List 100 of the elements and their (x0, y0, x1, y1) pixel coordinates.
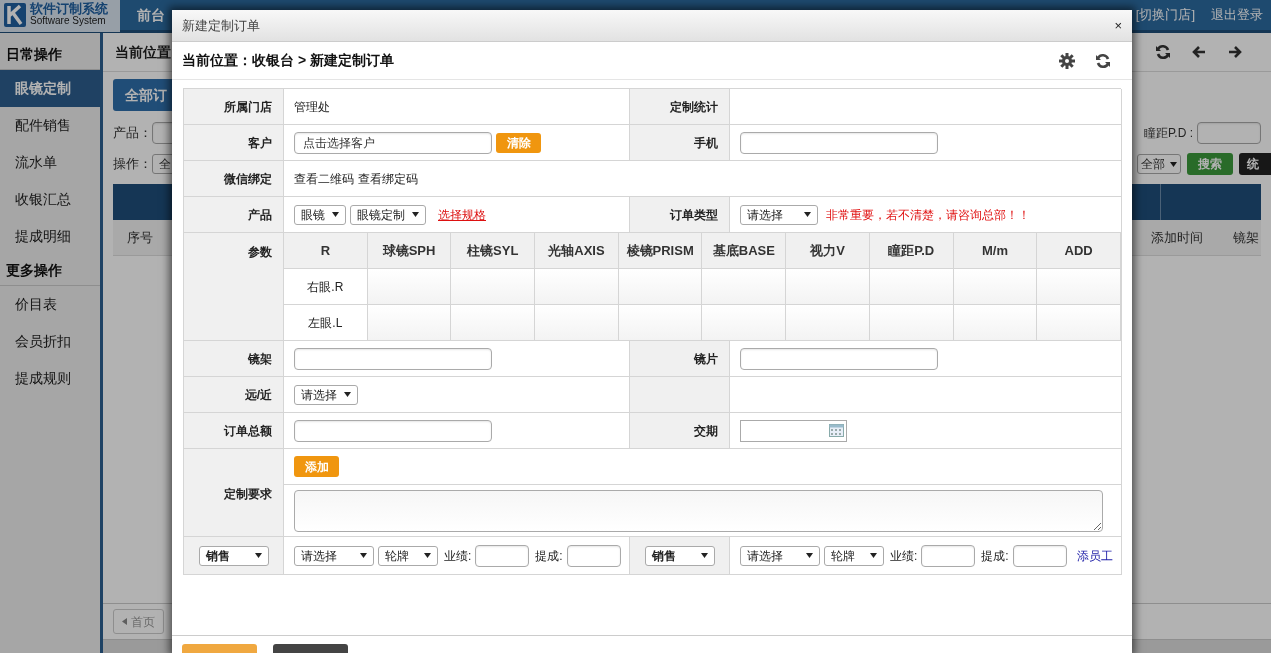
caret-icon (806, 553, 813, 558)
column-header: 基底BASE (702, 233, 787, 269)
stats-button[interactable]: 统 (1239, 153, 1271, 175)
input-field[interactable] (367, 269, 452, 305)
link[interactable]: 选择规格 (438, 205, 486, 224)
sidebar-item[interactable]: 提成规则 (0, 360, 100, 397)
sidebar-item[interactable]: 会员折扣 (0, 323, 100, 360)
input-field[interactable] (451, 305, 536, 341)
dropdown[interactable]: 请选择 (740, 545, 820, 566)
header-link[interactable]: [切换门店] (1135, 5, 1195, 25)
arrow-right-icon (1227, 44, 1243, 60)
dropdown[interactable]: 请选择 (294, 545, 374, 566)
caret-icon (870, 553, 877, 558)
total-field[interactable] (294, 419, 492, 442)
field-label: 所属门店 (184, 89, 284, 125)
dropdown[interactable]: 销售 (198, 545, 269, 566)
customer-field[interactable]: 点击选择客户 (294, 131, 492, 154)
input-field[interactable] (953, 269, 1038, 305)
warning-text: 非常重要，若不清楚，请咨询总部！！ (826, 206, 1030, 224)
column-header: 镜架 (1233, 228, 1259, 247)
column-header: ADD (1037, 233, 1121, 269)
sidebar-item[interactable]: 配件销售 (0, 107, 100, 144)
frame-field[interactable] (294, 347, 492, 370)
input-field[interactable] (786, 269, 870, 305)
caret-icon (344, 392, 351, 397)
input-field[interactable] (1037, 305, 1121, 341)
close-button[interactable]: × (1114, 15, 1122, 36)
dropdown[interactable]: 轮牌 (824, 545, 884, 566)
header-link[interactable]: 退出登录 (1211, 5, 1263, 25)
sidebar-item[interactable]: 价目表 (0, 286, 100, 323)
dropdown[interactable]: 眼镜定制 (350, 204, 426, 225)
arrow-left-icon (1191, 44, 1207, 60)
field-label: 参数 (248, 244, 272, 261)
dropdown[interactable]: 全部 (1137, 154, 1181, 174)
action-button[interactable] (182, 644, 257, 653)
input-field[interactable] (618, 305, 703, 341)
lens-field[interactable] (740, 347, 938, 370)
refresh-icon (1095, 52, 1111, 69)
input-field[interactable] (869, 305, 954, 341)
column-header: 柱镜SYL (451, 233, 536, 269)
input-field[interactable] (367, 305, 452, 341)
dropdown[interactable]: 轮牌 (378, 545, 438, 566)
sidebar-item[interactable]: 提成明细 (0, 218, 100, 255)
column-header: M/m (953, 233, 1038, 269)
field-label: 交期 (630, 413, 730, 449)
filter-label: 产品： (113, 124, 152, 143)
dropdown[interactable]: 请选择 (740, 204, 818, 225)
sidebar-item[interactable]: 收银汇总 (0, 181, 100, 218)
caret-icon (700, 553, 708, 558)
performance-field[interactable] (475, 544, 530, 567)
input-field[interactable] (702, 269, 787, 305)
performance-field[interactable] (921, 544, 976, 567)
field-label: 提成: (535, 547, 563, 565)
refresh-icon (1155, 44, 1171, 60)
nav-tab[interactable]: 前台 (137, 4, 165, 26)
sidebar-item[interactable]: 眼镜定制 (0, 70, 100, 107)
commission-field[interactable] (566, 544, 621, 567)
input-field[interactable] (869, 269, 954, 305)
caret-icon (360, 553, 367, 558)
link[interactable]: 查看绑定码 (358, 169, 418, 188)
input-field[interactable] (1037, 269, 1121, 305)
field-label: 定制要求 (184, 449, 284, 537)
field-label: 手机 (630, 125, 730, 161)
link[interactable]: 添员工 (1076, 546, 1113, 565)
input-field[interactable] (1197, 122, 1261, 144)
input-field[interactable] (786, 305, 870, 341)
dropdown[interactable]: 请选择 (294, 384, 358, 405)
text-area[interactable] (294, 489, 1103, 532)
column-header: R (284, 233, 368, 269)
column-header: 光轴AXIS (535, 233, 619, 269)
field-label: 订单类型 (630, 197, 730, 233)
dropdown[interactable]: 销售 (644, 545, 715, 566)
date-field[interactable] (740, 419, 847, 442)
caret-icon (804, 212, 811, 217)
input-field[interactable] (702, 305, 787, 341)
dropdown[interactable]: 眼镜 (294, 204, 346, 225)
input-field[interactable] (535, 305, 619, 341)
commission-field[interactable] (1012, 544, 1067, 567)
column-header: 视力V (786, 233, 870, 269)
sidebar-item[interactable]: 流水单 (0, 144, 100, 181)
column-header: 瞳距P.D (869, 233, 954, 269)
field-label: 微信绑定 (184, 161, 284, 197)
caret-icon (424, 553, 431, 558)
input-field[interactable] (535, 269, 619, 305)
caret-left-icon (122, 618, 127, 625)
k-logo-icon (4, 3, 26, 27)
column-header: 序号 (127, 228, 153, 247)
link[interactable]: 查看二维码 (294, 169, 354, 188)
action-button[interactable] (273, 644, 348, 653)
field-label: 业绩: (444, 547, 472, 565)
input-field[interactable] (953, 305, 1038, 341)
row-header: 左眼.L (284, 305, 368, 341)
field-label: 镜片 (630, 341, 730, 377)
phone-field[interactable] (740, 131, 938, 154)
breadcrumb: 当前位置 (115, 42, 171, 62)
field-label: 定制统计 (630, 89, 730, 125)
input-field[interactable] (451, 269, 536, 305)
field-value: 管理处 (294, 98, 330, 116)
input-field[interactable] (618, 269, 703, 305)
column-header: 添加时间 (1151, 228, 1203, 247)
